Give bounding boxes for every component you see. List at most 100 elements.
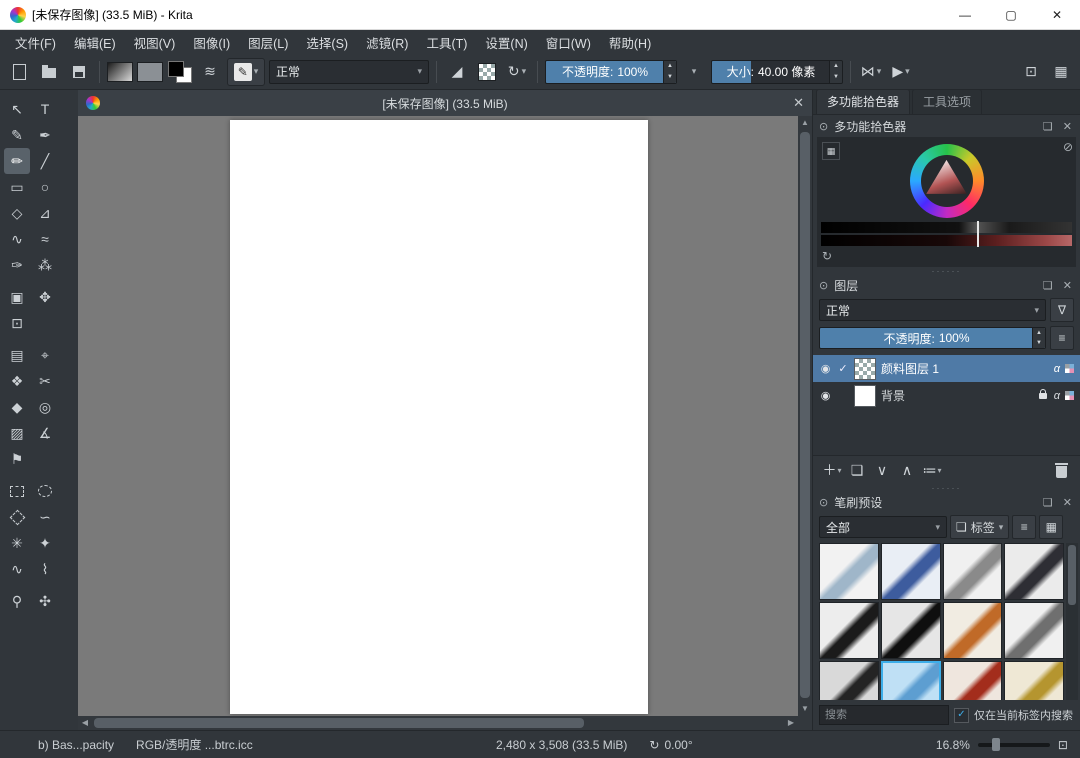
ellipse-select-tool[interactable] — [32, 478, 58, 504]
eraser-preset[interactable] — [819, 543, 879, 600]
lock-icon[interactable] — [1039, 393, 1047, 399]
similar-select-tool[interactable]: ✦ — [32, 530, 58, 556]
menu-edit[interactable]: 编辑(E) — [65, 30, 125, 55]
brush-black-preset[interactable] — [881, 602, 941, 659]
preset-search-input[interactable] — [819, 705, 949, 725]
reference-images-tool[interactable]: ⚑ — [4, 446, 30, 472]
layer-blend-mode-combobox[interactable]: 正常 ▾ — [819, 299, 1046, 321]
crop-tool[interactable]: ⊡ — [4, 310, 30, 336]
preserve-alpha-button[interactable] — [474, 59, 500, 85]
contiguous-select-tool[interactable]: ✳ — [4, 530, 30, 556]
opacity-spinner[interactable]: ▲▼ — [663, 61, 676, 83]
horizontal-scrollbar-thumb[interactable] — [94, 718, 584, 728]
ellipse-tool[interactable]: ○ — [32, 174, 58, 200]
menu-file[interactable]: 文件(F) — [6, 30, 65, 55]
pencil-4b-preset[interactable] — [1004, 661, 1064, 700]
inherit-alpha-icon[interactable] — [1065, 391, 1074, 400]
move-tool[interactable]: ✥ — [32, 284, 58, 310]
menu-filter[interactable]: 滤镜(R) — [357, 30, 417, 55]
fit-canvas-icon[interactable]: ⊡ — [1058, 738, 1068, 752]
inherit-alpha-icon[interactable] — [1065, 364, 1074, 373]
transform-tool[interactable]: ▣ — [4, 284, 30, 310]
fill-tool[interactable]: ◆ — [4, 394, 30, 420]
layer-options-button[interactable]: ≡ — [1050, 326, 1074, 350]
rect-select-tool[interactable] — [4, 478, 30, 504]
close-docker-icon[interactable]: ✕ — [1061, 120, 1074, 133]
brush-editor-button[interactable]: ✎ ▾ — [227, 58, 265, 86]
float-docker-icon[interactable]: ❏ — [1041, 279, 1055, 292]
tab-advanced-color-selector[interactable]: 多功能拾色器 — [816, 89, 910, 114]
line-tool[interactable]: ╱ — [32, 148, 58, 174]
gradient-chooser-button[interactable]: ≋ — [197, 59, 223, 85]
pattern-swatch-button[interactable] — [137, 59, 163, 85]
texture-brush-preset[interactable] — [819, 661, 879, 700]
gradient-swatch-button[interactable] — [107, 59, 133, 85]
scroll-right-icon[interactable]: ▶ — [784, 716, 798, 730]
magnetic-select-tool[interactable]: ⌇ — [32, 556, 58, 582]
save-document-button[interactable] — [66, 59, 92, 85]
freehand-path-tool[interactable]: ≈ — [32, 226, 58, 252]
dynamic-brush-tool[interactable]: ✑ — [4, 252, 30, 278]
blend-mode-combobox[interactable]: 正常 ▾ — [269, 60, 429, 84]
new-document-button[interactable] — [6, 59, 32, 85]
bezier-select-tool[interactable]: ∿ — [4, 556, 30, 582]
alpha-lock-icon[interactable]: α — [1054, 390, 1060, 402]
select-shapes-tool[interactable]: ↖ — [4, 96, 30, 122]
maximize-button[interactable]: ▢ — [988, 0, 1034, 29]
close-docker-icon[interactable]: ✕ — [1061, 496, 1074, 509]
text-tool[interactable]: T — [32, 96, 58, 122]
menu-view[interactable]: 视图(V) — [125, 30, 185, 55]
freehand-brush-tool[interactable]: ✏ — [4, 148, 30, 174]
zoom-slider-thumb[interactable] — [992, 738, 1000, 751]
alpha-lock-icon[interactable]: α — [1054, 363, 1060, 375]
freehand-select-tool[interactable]: ∽ — [32, 504, 58, 530]
trim-to-image-button[interactable]: ⊡ — [1018, 59, 1044, 85]
canvas-page[interactable] — [230, 120, 648, 714]
smart-patch-tool[interactable]: ✂ — [32, 368, 58, 394]
polygon-select-tool[interactable] — [4, 504, 30, 530]
opacity-slider[interactable]: 不透明度: 100% ▲▼ — [545, 60, 677, 84]
menu-settings[interactable]: 设置(N) — [476, 30, 536, 55]
color-history-strip[interactable] — [821, 222, 1072, 233]
edit-shapes-tool[interactable]: ✎ — [4, 122, 30, 148]
pattern-edit-tool[interactable]: ❖ — [4, 368, 30, 394]
menu-window[interactable]: 窗口(W) — [537, 30, 600, 55]
subwindow-titlebar[interactable]: [未保存图像] (33.5 MiB) ✕ — [78, 90, 812, 116]
docker-pin-icon[interactable]: ⊙ — [819, 496, 828, 509]
add-layer-button[interactable]: ＋▾ — [821, 459, 843, 481]
presets-menu-button[interactable]: ≡ — [1012, 515, 1036, 539]
pen-gray-preset[interactable] — [1004, 602, 1064, 659]
menu-image[interactable]: 图像(I) — [184, 30, 239, 55]
airbrush-preset[interactable] — [943, 543, 1003, 600]
brush-red-preset[interactable] — [943, 661, 1003, 700]
layer-opacity-spinner[interactable]: ▲▼ — [1032, 328, 1045, 348]
watercolor-blue-preset[interactable] — [881, 661, 941, 700]
multibrush-tool[interactable]: ⁂ — [32, 252, 58, 278]
layer-thumbnail[interactable] — [854, 358, 876, 380]
move-layer-up-button[interactable]: ∧ — [896, 459, 918, 481]
color-sampler-tool[interactable]: ⌖ — [32, 342, 58, 368]
marker-blue-preset[interactable] — [881, 543, 941, 600]
tag-button[interactable]: ❏ 标签 ▾ — [950, 515, 1009, 539]
pen-black-preset[interactable] — [819, 602, 879, 659]
preset-filter-combobox[interactable]: 全部 ▾ — [819, 516, 947, 538]
subwindow-close-button[interactable]: ✕ — [793, 95, 804, 111]
duplicate-layer-button[interactable]: ❏ — [846, 459, 868, 481]
layer-properties-button[interactable]: ≔▾ — [921, 459, 943, 481]
hue-ring[interactable] — [910, 144, 984, 218]
statusbar-brush-name[interactable]: b) Bas...pacity — [38, 738, 114, 752]
tab-tool-options[interactable]: 工具选项 — [912, 89, 982, 114]
layer-opacity-slider[interactable]: 不透明度: 100% ▲▼ — [819, 327, 1046, 349]
opacity-options-button[interactable]: ▾ — [681, 59, 707, 85]
reload-preset-button[interactable]: ↻▾ — [504, 59, 530, 85]
layer-visibility-icon[interactable]: ◉ — [819, 362, 832, 375]
colorize-mask-tool[interactable]: ▨ — [4, 420, 30, 446]
shade-gradient-strip[interactable] — [821, 235, 1072, 246]
canvas-viewport[interactable] — [78, 116, 798, 716]
vertical-scrollbar-thumb[interactable] — [800, 132, 810, 698]
preset-scrollbar-thumb[interactable] — [1068, 545, 1076, 605]
statusbar-color-profile[interactable]: RGB/透明度 ...btrc.icc — [136, 736, 253, 753]
close-docker-icon[interactable]: ✕ — [1061, 279, 1074, 292]
calligraphy-tool[interactable]: ✒ — [32, 122, 58, 148]
menu-select[interactable]: 选择(S) — [297, 30, 357, 55]
